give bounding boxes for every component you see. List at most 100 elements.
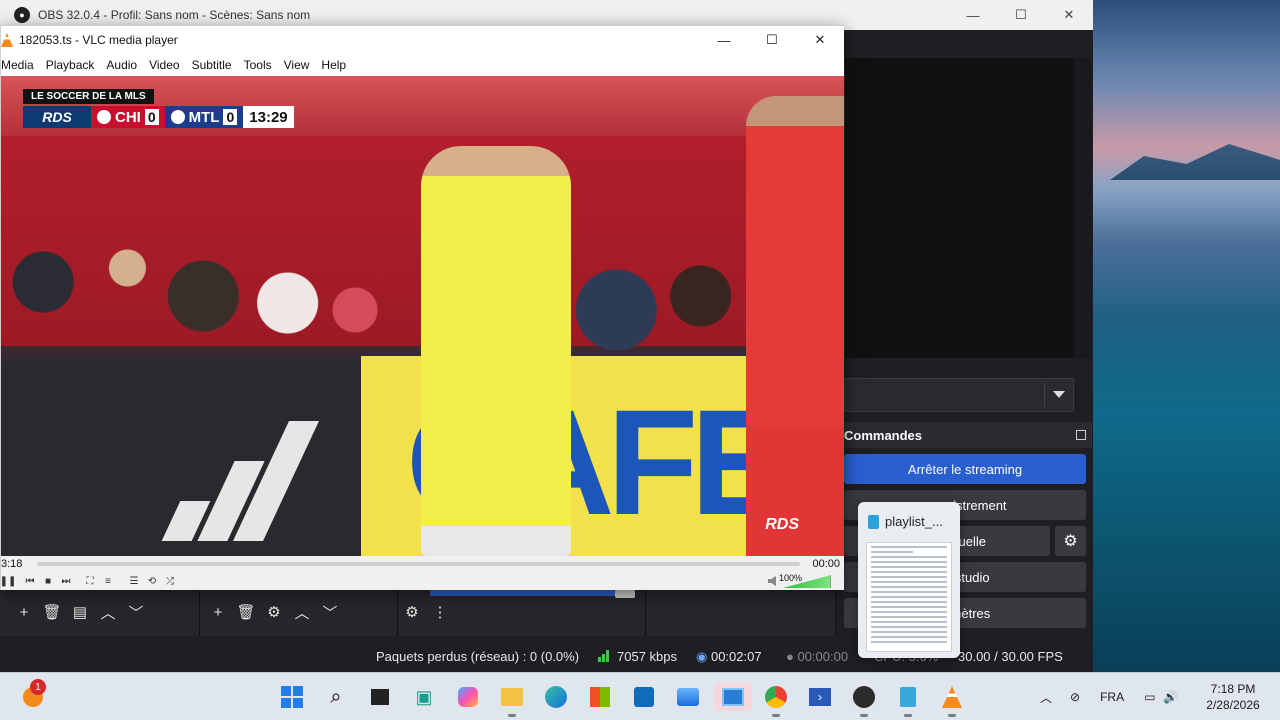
source-up-icon[interactable]: ︿	[288, 600, 316, 624]
vlc-seek-bar: 3:18 00:00	[1, 556, 844, 572]
obs-docks: + 🗑 ▤ ︿ ﹀ + 🗑 ⚙ ︿ ﹀ ⚙ ⋮	[0, 590, 844, 636]
search-icon[interactable]: ⌕	[322, 683, 350, 711]
obs-maximize-button[interactable]: ☐	[997, 0, 1045, 30]
menu-subtitle[interactable]: Subtitle	[192, 58, 232, 72]
menu-audio[interactable]: Audio	[106, 58, 137, 72]
stream-time-status: ◉ 00:02:07	[696, 649, 762, 665]
vlc-taskbar-icon[interactable]	[938, 683, 966, 717]
montreal-crest-icon	[170, 110, 185, 124]
seek-slider[interactable]	[37, 562, 800, 566]
menu-media[interactable]: Media	[1, 58, 34, 72]
mixer-menu-icon[interactable]: ⋮	[426, 600, 454, 624]
outlook-icon[interactable]	[630, 683, 658, 711]
copilot-icon[interactable]	[454, 683, 482, 711]
task-view-icon[interactable]	[366, 683, 394, 711]
obs-logo-icon: ●	[14, 7, 30, 23]
obs-close-button[interactable]: ✕	[1045, 0, 1093, 30]
obs-minimize-button[interactable]: —	[949, 0, 997, 30]
video-frame[interactable]: CAFE LE SOCCER DE LA MLS RDS CHI 0 MTL 0…	[1, 76, 844, 556]
vlc-controls: ❚❚ ⏮ ■ ⏭ ⛶ ≡ ☰ ⟲ ⤮ 100%	[0, 572, 844, 590]
edge-icon[interactable]	[542, 683, 570, 711]
obs-taskbar-icon[interactable]	[850, 683, 878, 717]
commands-title: Commandes	[844, 427, 923, 443]
move-up-icon[interactable]: ︿	[94, 600, 122, 624]
transitions-dock	[646, 590, 836, 636]
photos-icon[interactable]	[674, 683, 702, 711]
audio-level-meter	[430, 590, 635, 596]
chicago-crest-icon	[97, 110, 111, 124]
vlc-maximize-button[interactable]: ☐	[748, 26, 796, 54]
shuffle-icon[interactable]: ⤮	[163, 574, 177, 588]
clock-date: 2/28/2026	[1206, 698, 1260, 712]
stop-icon[interactable]: ■	[41, 574, 55, 588]
vlc-close-button[interactable]: ✕	[796, 26, 844, 54]
volume-slider-handle[interactable]	[615, 590, 635, 598]
remote-desktop-icon[interactable]	[714, 683, 752, 711]
mixer-settings-gear-icon[interactable]: ⚙	[398, 600, 426, 624]
store-icon[interactable]	[586, 683, 614, 711]
previous-icon[interactable]: ⏮	[23, 574, 37, 588]
loop-icon[interactable]: ⟲	[145, 574, 159, 588]
taskbar-thumbnail-preview[interactable]: playlist_...	[858, 502, 960, 658]
notepad-taskbar-icon[interactable]	[894, 683, 922, 717]
vlc-cone-icon	[1, 33, 13, 47]
volume-icon[interactable]: 🔊	[1163, 690, 1178, 704]
wallpaper-mountain	[1110, 144, 1280, 180]
volume-label: 100%	[779, 573, 803, 583]
vlc-titlebar[interactable]: 182053.ts - VLC media player — ☐ ✕	[1, 26, 844, 54]
scorebug-league: LE SOCCER DE LA MLS	[23, 89, 154, 104]
stop-streaming-button[interactable]: Arrêter le streaming	[844, 454, 1086, 484]
vlc-minimize-button[interactable]: —	[700, 26, 748, 54]
menu-view[interactable]: View	[284, 58, 310, 72]
menu-video[interactable]: Video	[149, 58, 179, 72]
network-disconnected-icon[interactable]: ⊘	[1070, 690, 1080, 704]
start-windows-icon[interactable]	[278, 683, 306, 711]
menu-tools[interactable]: Tools	[244, 58, 272, 72]
scene-filter-icon[interactable]: ▤	[66, 600, 94, 624]
vlc-title: 182053.ts - VLC media player	[19, 33, 178, 47]
bitrate-value: 7057 kbps	[617, 649, 677, 664]
elapsed-time: 3:18	[1, 558, 23, 570]
obs-transition-dropdown[interactable]	[844, 378, 1074, 412]
extended-settings-icon[interactable]: ≡	[101, 574, 115, 588]
powershell-icon[interactable]: ›	[806, 683, 834, 711]
menu-help[interactable]: Help	[321, 58, 346, 72]
home-score: 0	[144, 109, 159, 125]
remove-scene-icon[interactable]: 🗑	[38, 600, 66, 624]
remove-source-icon[interactable]: 🗑	[232, 600, 260, 624]
menu-playback[interactable]: Playback	[46, 58, 95, 72]
pause-icon[interactable]: ❚❚	[0, 574, 16, 588]
remaining-time: 00:00	[812, 558, 840, 570]
source-properties-gear-icon[interactable]: ⚙	[260, 600, 288, 624]
scorebug-network-logo: RDS	[23, 106, 91, 128]
undock-icon[interactable]	[1076, 430, 1086, 440]
next-icon[interactable]: ⏭	[59, 574, 73, 588]
obs-preview-area	[844, 58, 1074, 358]
obs-side-scrollbar[interactable]	[1074, 58, 1092, 358]
show-hidden-icons-chevron-icon[interactable]: ︿	[1040, 689, 1052, 706]
display-icon[interactable]: ▭	[1144, 690, 1155, 704]
bitrate-status: 7057 kbps	[598, 649, 677, 664]
chrome-icon[interactable]	[762, 683, 790, 717]
obs-title: OBS 32.0.4 - Profil: Sans nom - Scènes: …	[38, 8, 311, 22]
scorebug-away: MTL 0	[164, 106, 244, 128]
input-language[interactable]: FRA	[1100, 690, 1124, 704]
file-explorer-icon[interactable]	[498, 683, 526, 717]
network-watermark: RDS	[765, 516, 799, 533]
speaker-icon[interactable]	[768, 576, 776, 586]
source-down-icon[interactable]: ﹀	[316, 600, 344, 624]
fullscreen-icon[interactable]: ⛶	[83, 574, 97, 588]
add-source-icon[interactable]: +	[204, 600, 232, 624]
move-down-icon[interactable]: ﹀	[122, 600, 150, 624]
away-score: 0	[223, 109, 238, 125]
add-scene-icon[interactable]: +	[10, 600, 38, 624]
video-opponent-player	[746, 96, 844, 556]
playlist-icon[interactable]: ☰	[127, 574, 141, 588]
virtual-camera-settings-gear-icon[interactable]: ⚙	[1055, 526, 1086, 556]
notepad-icon	[868, 514, 879, 529]
sources-dock: + 🗑 ⚙ ︿ ﹀	[200, 590, 398, 636]
system-clock[interactable]: 7:18 PM 2/28/2026	[1198, 681, 1268, 713]
scorebug-home: CHI 0	[91, 106, 165, 128]
widgets-icon[interactable]: ▣	[410, 683, 438, 711]
chevron-down-icon	[1053, 391, 1065, 398]
